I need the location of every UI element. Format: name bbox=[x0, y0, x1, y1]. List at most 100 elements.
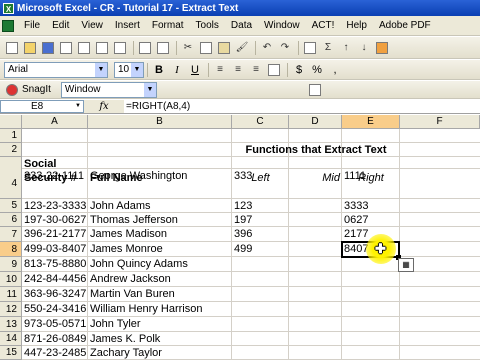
ssn-cell[interactable]: 363-96-3247 bbox=[22, 288, 86, 300]
row-header-11[interactable]: 11 bbox=[0, 287, 22, 302]
new-icon[interactable] bbox=[4, 40, 20, 56]
name-cell[interactable]: John Quincy Adams bbox=[88, 258, 188, 270]
menu-adobe-pdf[interactable]: Adobe PDF bbox=[373, 20, 437, 31]
font-name-select[interactable]: Arial ▼ bbox=[4, 61, 108, 78]
menu-data[interactable]: Data bbox=[225, 20, 258, 31]
menu-insert[interactable]: Insert bbox=[109, 20, 146, 31]
align-center-icon[interactable]: ≡ bbox=[230, 62, 246, 78]
row-header-4[interactable]: 4 bbox=[0, 169, 22, 199]
row-header-13[interactable]: 13 bbox=[0, 317, 22, 332]
italic-button[interactable]: I bbox=[169, 62, 185, 78]
left-result-cell[interactable]: 123 bbox=[232, 200, 252, 212]
row-header-7[interactable]: 7 bbox=[0, 227, 22, 242]
left-result-cell[interactable]: 499 bbox=[232, 243, 252, 255]
name-cell[interactable]: Zachary Taylor bbox=[88, 347, 162, 359]
ssn-cell[interactable]: 242-84-4456 bbox=[22, 273, 86, 285]
ssn-cell[interactable]: 499-03-8407 bbox=[22, 243, 86, 255]
snagit-icon[interactable] bbox=[4, 82, 20, 98]
align-right-icon[interactable]: ≡ bbox=[248, 62, 264, 78]
column-header-f[interactable]: F bbox=[400, 115, 480, 129]
align-left-icon[interactable]: ≡ bbox=[212, 62, 228, 78]
row-header-8[interactable]: 8 bbox=[0, 242, 22, 257]
name-cell[interactable]: James K. Polk bbox=[88, 333, 160, 345]
sort-ascending-icon[interactable]: ↑ bbox=[338, 40, 354, 56]
comma-button[interactable]: , bbox=[327, 62, 343, 78]
menu-format[interactable]: Format bbox=[146, 20, 190, 31]
row-header-1[interactable]: 1 bbox=[0, 129, 22, 143]
name-cell[interactable]: James Monroe bbox=[88, 243, 163, 255]
column-header-e[interactable]: E bbox=[342, 115, 400, 129]
left-result-cell[interactable]: 197 bbox=[232, 214, 252, 226]
column-header-c[interactable]: C bbox=[232, 115, 289, 129]
ssn-cell[interactable]: 333-22-1111 bbox=[22, 170, 84, 182]
underline-button[interactable]: U bbox=[187, 62, 203, 78]
paste-icon[interactable] bbox=[216, 40, 232, 56]
right-result-cell[interactable]: 1111 bbox=[342, 170, 366, 182]
spelling-icon[interactable] bbox=[137, 40, 153, 56]
worksheet-grid[interactable]: ABCDEF123456789101112131415Functions tha… bbox=[0, 115, 480, 360]
sort-descending-icon[interactable]: ↓ bbox=[356, 40, 372, 56]
ssn-cell[interactable]: 447-23-2485 bbox=[22, 347, 86, 359]
ssn-cell[interactable]: 123-23-3333 bbox=[22, 200, 86, 212]
row-header-12[interactable]: 12 bbox=[0, 302, 22, 317]
permission-icon[interactable] bbox=[58, 40, 74, 56]
research-icon[interactable] bbox=[155, 40, 171, 56]
chart-wizard-icon[interactable] bbox=[374, 40, 390, 56]
left-result-cell[interactable]: 396 bbox=[232, 228, 252, 240]
print-preview-icon[interactable] bbox=[112, 40, 128, 56]
merge-center-icon[interactable] bbox=[266, 62, 282, 78]
autosum-icon[interactable]: Σ bbox=[320, 40, 336, 56]
name-cell[interactable]: Andrew Jackson bbox=[88, 273, 171, 285]
name-cell[interactable]: George Washington bbox=[88, 170, 187, 182]
menu-edit[interactable]: Edit bbox=[46, 20, 75, 31]
ssn-cell[interactable]: 813-75-8880 bbox=[22, 258, 86, 270]
name-cell[interactable]: James Madison bbox=[88, 228, 167, 240]
row-header-2[interactable]: 2 bbox=[0, 143, 22, 157]
row-header-15[interactable]: 15 bbox=[0, 346, 22, 360]
insert-function-icon[interactable]: fx bbox=[84, 101, 124, 112]
currency-button[interactable]: $ bbox=[291, 62, 307, 78]
name-box[interactable]: E8 ▼ bbox=[0, 100, 84, 113]
snagit-target-select[interactable]: Window ▼ bbox=[60, 81, 157, 98]
menu-file[interactable]: File bbox=[18, 20, 46, 31]
menu-window[interactable]: Window bbox=[258, 20, 306, 31]
column-header-a[interactable]: A bbox=[22, 115, 88, 129]
print-icon[interactable] bbox=[94, 40, 110, 56]
name-cell[interactable]: Martin Van Buren bbox=[88, 288, 175, 300]
undo-icon[interactable]: ↶ bbox=[259, 40, 275, 56]
left-result-cell[interactable]: 333 bbox=[232, 170, 252, 182]
snagit-capture-icon[interactable] bbox=[307, 82, 323, 98]
open-icon[interactable] bbox=[22, 40, 38, 56]
formula-input[interactable]: =RIGHT(A8,4) bbox=[124, 100, 480, 113]
ssn-cell[interactable]: 550-24-3416 bbox=[22, 303, 86, 315]
percent-button[interactable]: % bbox=[309, 62, 325, 78]
menu-tools[interactable]: Tools bbox=[190, 20, 225, 31]
snagit-label[interactable]: SnagIt bbox=[22, 84, 51, 95]
ssn-cell[interactable]: 973-05-0571 bbox=[22, 318, 86, 330]
row-header-6[interactable]: 6 bbox=[0, 213, 22, 227]
column-header-b[interactable]: B bbox=[88, 115, 232, 129]
redo-icon[interactable]: ↷ bbox=[277, 40, 293, 56]
ssn-cell[interactable]: 871-26-0849 bbox=[22, 333, 86, 345]
name-cell[interactable]: William Henry Harrison bbox=[88, 303, 202, 315]
menu-act[interactable]: ACT! bbox=[306, 20, 341, 31]
name-cell[interactable]: John Adams bbox=[88, 200, 151, 212]
row-header-14[interactable]: 14 bbox=[0, 332, 22, 346]
copy-icon[interactable] bbox=[198, 40, 214, 56]
row-header-5[interactable]: 5 bbox=[0, 199, 22, 213]
menu-help[interactable]: Help bbox=[340, 20, 373, 31]
cut-icon[interactable]: ✂ bbox=[180, 40, 196, 56]
right-result-cell[interactable]: 0627 bbox=[342, 214, 368, 226]
menu-view[interactable]: View bbox=[75, 20, 109, 31]
name-cell[interactable]: Thomas Jefferson bbox=[88, 214, 178, 226]
save-icon[interactable] bbox=[40, 40, 56, 56]
ssn-cell[interactable]: 396-21-2177 bbox=[22, 228, 86, 240]
email-icon[interactable] bbox=[76, 40, 92, 56]
hyperlink-icon[interactable] bbox=[302, 40, 318, 56]
right-result-cell[interactable]: 2177 bbox=[342, 228, 368, 240]
bold-button[interactable]: B bbox=[151, 62, 167, 78]
ssn-cell[interactable]: 197-30-0627 bbox=[22, 214, 86, 226]
right-result-cell[interactable]: 3333 bbox=[342, 200, 368, 212]
select-all-corner[interactable] bbox=[0, 115, 22, 129]
font-size-select[interactable]: 10 ▼ bbox=[114, 61, 144, 78]
